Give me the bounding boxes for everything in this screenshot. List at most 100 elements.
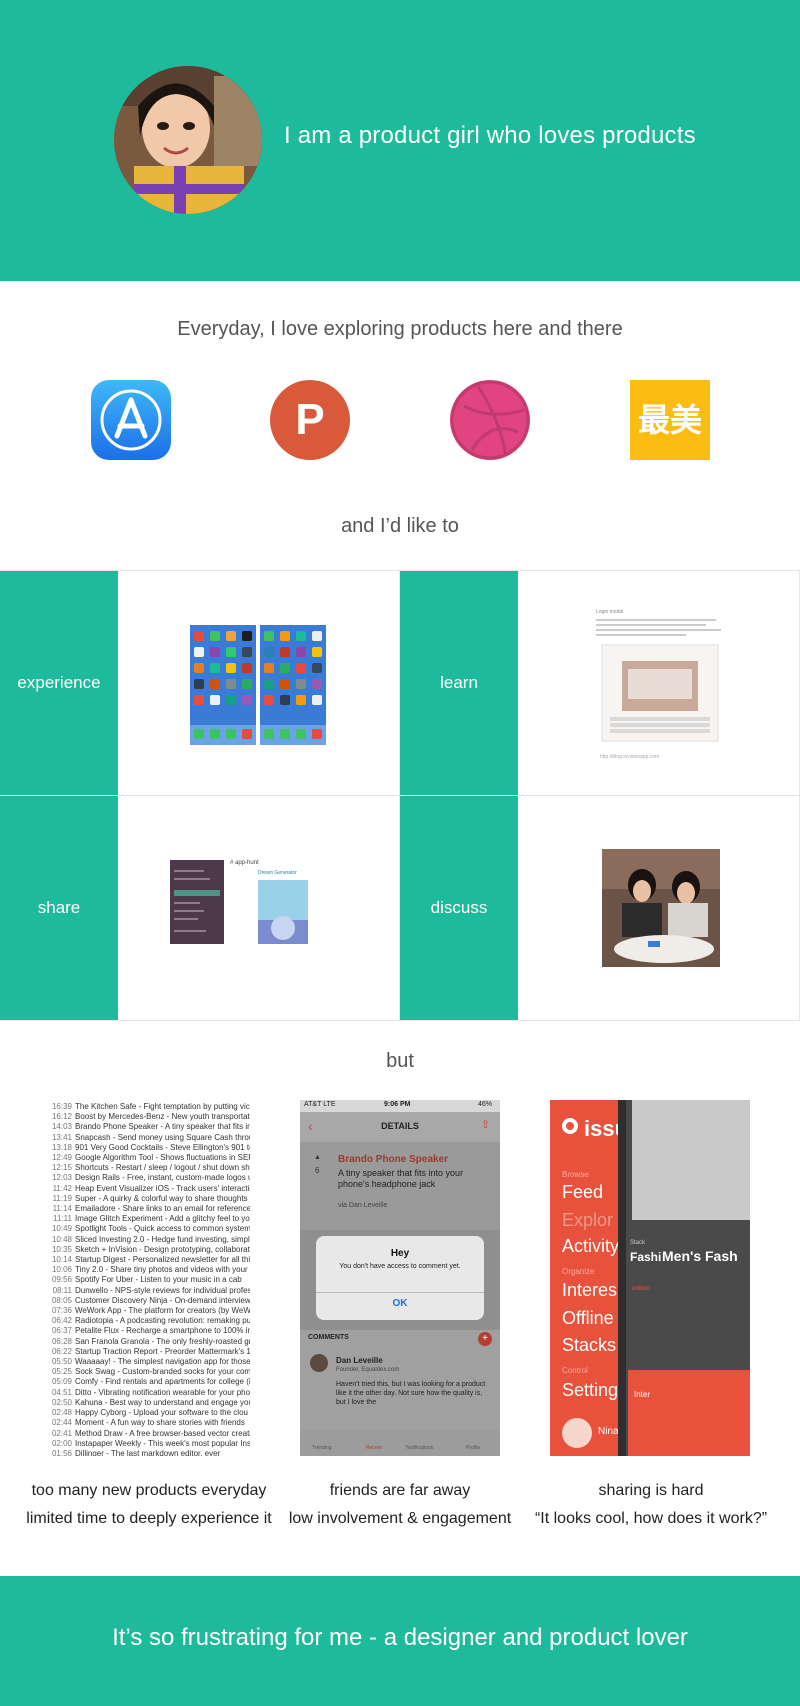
phone-screenshot: AT&T LTE 9:06 PM 46% ‹ DETAILS ⇪ ▲ 6 Bra… xyxy=(300,1100,500,1456)
product-list-row[interactable]: 10:49 Spotlight Tools - Quick access to c… xyxy=(50,1224,250,1234)
product-list-row[interactable]: 06:22 Startup Traction Report - Preorder … xyxy=(50,1347,250,1357)
product-list-row[interactable]: 12:03 Design Rails - Free, instant, custo… xyxy=(50,1173,250,1183)
product-list-row[interactable]: 11:19 Super - A quirky & colorful way to … xyxy=(50,1194,250,1204)
product-list-row[interactable]: 02:50 Kahuna - Best way to understand and… xyxy=(50,1398,250,1408)
product-time: 11:19 xyxy=(52,1193,72,1203)
post-title[interactable]: Brando Phone Speaker xyxy=(338,1154,448,1165)
product-list-row[interactable]: 05:09 Comfy - Find rentals and apartments… xyxy=(50,1377,250,1387)
product-time: 16:12 xyxy=(51,1112,72,1122)
commenter-role: Founder, Equaldex.com xyxy=(336,1367,400,1373)
product-list-row[interactable]: 13:41 Snapcash - Send money using Square … xyxy=(50,1133,250,1143)
like-title: and I’d like to xyxy=(341,515,459,537)
product-text: Happy Cyborg - Upload your software to t… xyxy=(75,1408,248,1418)
product-text: Emailadore - Share links to an email for… xyxy=(75,1204,250,1214)
product-time: 10:35 xyxy=(51,1244,72,1254)
product-list-row[interactable]: 16:39 The Kitchen Safe - Fight temptation… xyxy=(50,1102,250,1112)
product-time: 04:51 xyxy=(51,1387,72,1397)
product-text: San Franola Granola - The only freshly-r… xyxy=(75,1336,250,1346)
product-text: Customer Discovery Ninja - On-demand int… xyxy=(75,1295,250,1305)
product-list-row[interactable]: 06:42 Radiotopia - A podcasting revolutio… xyxy=(50,1316,250,1326)
product-text: Boost by Mercedes-Benz - New youth trans… xyxy=(75,1112,250,1122)
issuu-interests[interactable]: Interes xyxy=(562,1280,617,1301)
product-list-row[interactable]: 04:51 Ditto - Vibrating notification wear… xyxy=(50,1388,250,1398)
product-list-row[interactable]: 05:50 Waaaaay! - The simplest navigation … xyxy=(50,1357,250,1367)
dialog-title: Hey xyxy=(390,1248,410,1259)
pain-1-line2: limited time to deeply experience it xyxy=(26,1510,272,1527)
product-list-row[interactable]: 02:44 Moment - A fun way to share stories… xyxy=(50,1418,250,1428)
comment-text: Haven't tried this, but I was looking fo… xyxy=(336,1381,486,1406)
product-time: 12:03 xyxy=(51,1173,72,1183)
post-tagline: A tiny speaker that fits into your phone… xyxy=(338,1168,464,1189)
dialog-ok-button[interactable]: OK xyxy=(316,1298,484,1309)
product-list-row[interactable]: 13:18 901 Very Good Cocktails - Steve Ell… xyxy=(50,1143,250,1153)
issuu-settings[interactable]: Setting xyxy=(562,1380,618,1401)
product-text: Design Rails - Free, instant, custom-mad… xyxy=(75,1173,250,1183)
issuu-card-label: Stack xyxy=(630,1240,646,1246)
product-time: 02:00 xyxy=(51,1438,72,1448)
product-list-row[interactable]: 08:05 Customer Discovery Ninja - On-deman… xyxy=(50,1296,250,1306)
product-list-row[interactable]: 10:48 Sliced Investing 2.0 - Hedge fund i… xyxy=(50,1235,250,1245)
access-dialog: Hey You don't have access to comment yet… xyxy=(316,1236,484,1320)
phone-status-bar: AT&T LTE 9:06 PM 46% xyxy=(300,1100,500,1112)
product-time: 06:37 xyxy=(51,1326,72,1336)
issuu-explore[interactable]: Explor xyxy=(562,1210,613,1231)
product-text: Instapaper Weekly - This week's most pop… xyxy=(75,1438,250,1448)
product-time: 13:18 xyxy=(51,1142,72,1152)
add-comment-icon[interactable]: + xyxy=(478,1332,492,1346)
product-list-row[interactable]: 10:35 Sketch + InVision - Design prototyp… xyxy=(50,1245,250,1255)
issuu-user-avatar xyxy=(562,1418,592,1448)
issuu-offline[interactable]: Offline xyxy=(562,1308,614,1329)
product-time: 12:15 xyxy=(51,1163,72,1173)
product-list-row[interactable]: 11:42 Heap Event Visualizer iOS - Track u… xyxy=(50,1184,250,1194)
share-icon[interactable]: ⇪ xyxy=(481,1118,490,1131)
tab-trending[interactable]: Trending xyxy=(312,1445,332,1451)
product-list-row[interactable]: 05:25 Sock Swag - Custom-branded socks fo… xyxy=(50,1367,250,1377)
product-hunt-letter: P xyxy=(295,395,325,444)
experience-label: experience xyxy=(0,571,118,795)
product-list-row[interactable]: 16:12 Boost by Mercedes-Benz - New youth … xyxy=(50,1112,250,1122)
tab-recent[interactable]: Recent xyxy=(366,1445,382,1451)
product-list-row[interactable]: 02:41 Method Draw - A free browser-based … xyxy=(50,1429,250,1439)
product-list-row[interactable]: 09:56 Spotify For Uber - Listen to your m… xyxy=(50,1275,250,1285)
product-text: Method Draw - A free browser-based vecto… xyxy=(75,1428,250,1438)
product-time: 11:42 xyxy=(52,1183,72,1193)
product-list-row[interactable]: 11:14 Emailadore - Share links to an emai… xyxy=(50,1204,250,1214)
tab-notifications[interactable]: Notifications xyxy=(406,1445,433,1451)
zuimei-icon[interactable]: 最美 xyxy=(630,380,710,460)
product-time: 05:25 xyxy=(51,1367,72,1377)
product-text: Petalite Flux - Recharge a smartphone to… xyxy=(75,1326,250,1336)
product-list-row[interactable]: 07:36 WeWork App - The platform for creat… xyxy=(50,1306,250,1316)
product-list-row[interactable]: 02:48 Happy Cyborg - Upload your software… xyxy=(50,1408,250,1418)
issuu-logo-icon xyxy=(562,1118,578,1134)
product-list-row[interactable]: 06:28 San Franola Granola - The only fres… xyxy=(50,1337,250,1347)
product-list-row[interactable]: 02:00 Instapaper Weekly - This week's mos… xyxy=(50,1439,250,1449)
product-hunt-icon[interactable]: P xyxy=(270,380,350,460)
product-list-row[interactable]: 11:11 Image Glitch Experiment - Add a gli… xyxy=(50,1214,250,1224)
product-time: 09:56 xyxy=(51,1275,72,1285)
tab-profile[interactable]: Profile xyxy=(466,1445,480,1451)
upvote-icon[interactable]: ▲ xyxy=(314,1154,321,1161)
app-store-icon[interactable] xyxy=(91,380,171,460)
product-list-row[interactable]: 14:03 Brando Phone Speaker - A tiny speak… xyxy=(50,1122,250,1132)
product-text: Dunwello - NPS-style reviews for individ… xyxy=(75,1285,250,1295)
product-list-row[interactable]: 12:49 Google Algorithm Tool - Shows fluct… xyxy=(50,1153,250,1163)
product-text: Moment - A fun way to share stories with… xyxy=(75,1418,245,1428)
product-list-row[interactable]: 10:06 Tiny 2.0 - Share tiny photos and vi… xyxy=(50,1265,250,1275)
product-time: 02:41 xyxy=(51,1428,72,1438)
product-list-row[interactable]: 12:15 Shortcuts - Restart / sleep / logou… xyxy=(50,1163,250,1173)
product-list-row[interactable]: 08:11 Dunwello - NPS-style reviews for in… xyxy=(50,1286,250,1296)
pain-3-line1: sharing is hard xyxy=(598,1482,704,1499)
product-list-row[interactable]: 10:14 Startup Digest - Personalized newsl… xyxy=(50,1255,250,1265)
product-text: Sock Swag - Custom-branded socks for you… xyxy=(75,1367,250,1377)
dribbble-icon[interactable] xyxy=(450,380,530,460)
issuu-stacks[interactable]: Stacks xyxy=(562,1335,616,1356)
product-text: Snapcash - Send money using Square Cash … xyxy=(75,1132,250,1142)
product-text: The Kitchen Safe - Fight temptation by p… xyxy=(75,1102,250,1111)
vote-count: 6 xyxy=(315,1166,320,1175)
product-time: 11:11 xyxy=(53,1214,72,1224)
issuu-feed[interactable]: Feed xyxy=(562,1182,603,1203)
product-list-row[interactable]: 06:37 Petalite Flux - Recharge a smartpho… xyxy=(50,1326,250,1336)
product-text: Sliced Investing 2.0 - Hedge fund invest… xyxy=(75,1234,250,1244)
product-list-row[interactable]: 01:56 Dillinger - The last markdown edito… xyxy=(50,1449,250,1456)
issuu-activity[interactable]: Activity xyxy=(562,1236,619,1257)
